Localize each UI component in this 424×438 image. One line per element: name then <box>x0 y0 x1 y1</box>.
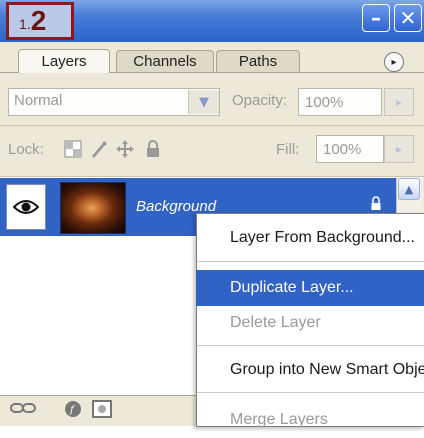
lock-label: Lock: <box>8 141 44 158</box>
lock-all-icon[interactable] <box>142 138 164 160</box>
chevron-down-icon[interactable]: ▼ <box>188 90 219 114</box>
step-badge-prefix: 1. <box>19 16 31 32</box>
lock-move-icon[interactable] <box>114 138 136 160</box>
menu-separator <box>197 261 424 262</box>
layer-mask-icon[interactable] <box>92 400 112 422</box>
menu-item-merge-layers[interactable]: Merge Layers <box>196 402 424 438</box>
tab-layers[interactable]: Layers <box>18 49 110 73</box>
layer-thumbnail[interactable] <box>60 182 126 234</box>
scroll-up-icon[interactable]: ▲ <box>398 178 420 200</box>
tab-channels[interactable]: Channels <box>116 50 214 72</box>
menu-item-delete-layer[interactable]: Delete Layer <box>196 305 424 341</box>
menu-item-group-into-smart-object[interactable]: Group into New Smart Object <box>196 352 424 388</box>
minimize-button[interactable]: – <box>362 4 390 32</box>
menu-separator <box>197 345 424 346</box>
link-layers-icon[interactable] <box>10 400 36 420</box>
menu-item-layer-from-background[interactable]: Layer From Background... <box>196 220 424 256</box>
menu-separator <box>197 392 424 393</box>
lock-transparency-icon[interactable] <box>62 138 84 160</box>
close-button[interactable]: ✕ <box>394 4 422 32</box>
window-buttons: – ✕ <box>362 4 422 32</box>
opacity-slider-arrow-icon[interactable]: ▸ <box>384 88 414 116</box>
lock-brush-icon[interactable] <box>88 138 110 160</box>
eye-icon[interactable] <box>6 184 46 230</box>
step-badge: 1. 2 <box>6 2 74 40</box>
blend-mode-value: Normal <box>14 92 63 109</box>
opacity-field[interactable]: 100% <box>298 88 382 116</box>
opacity-label: Opacity: <box>232 92 288 109</box>
tab-paths[interactable]: Paths <box>216 50 300 72</box>
menu-item-duplicate-layer[interactable]: Duplicate Layer... <box>196 270 424 306</box>
fill-field[interactable]: 100% <box>316 135 384 163</box>
fill-slider-arrow-icon[interactable]: ▸ <box>384 135 414 163</box>
layer-style-icon[interactable]: f <box>64 400 86 422</box>
fill-label: Fill: <box>276 141 300 158</box>
step-badge-number: 2 <box>30 5 47 36</box>
panel-menu-icon[interactable]: ▸ <box>384 52 404 72</box>
